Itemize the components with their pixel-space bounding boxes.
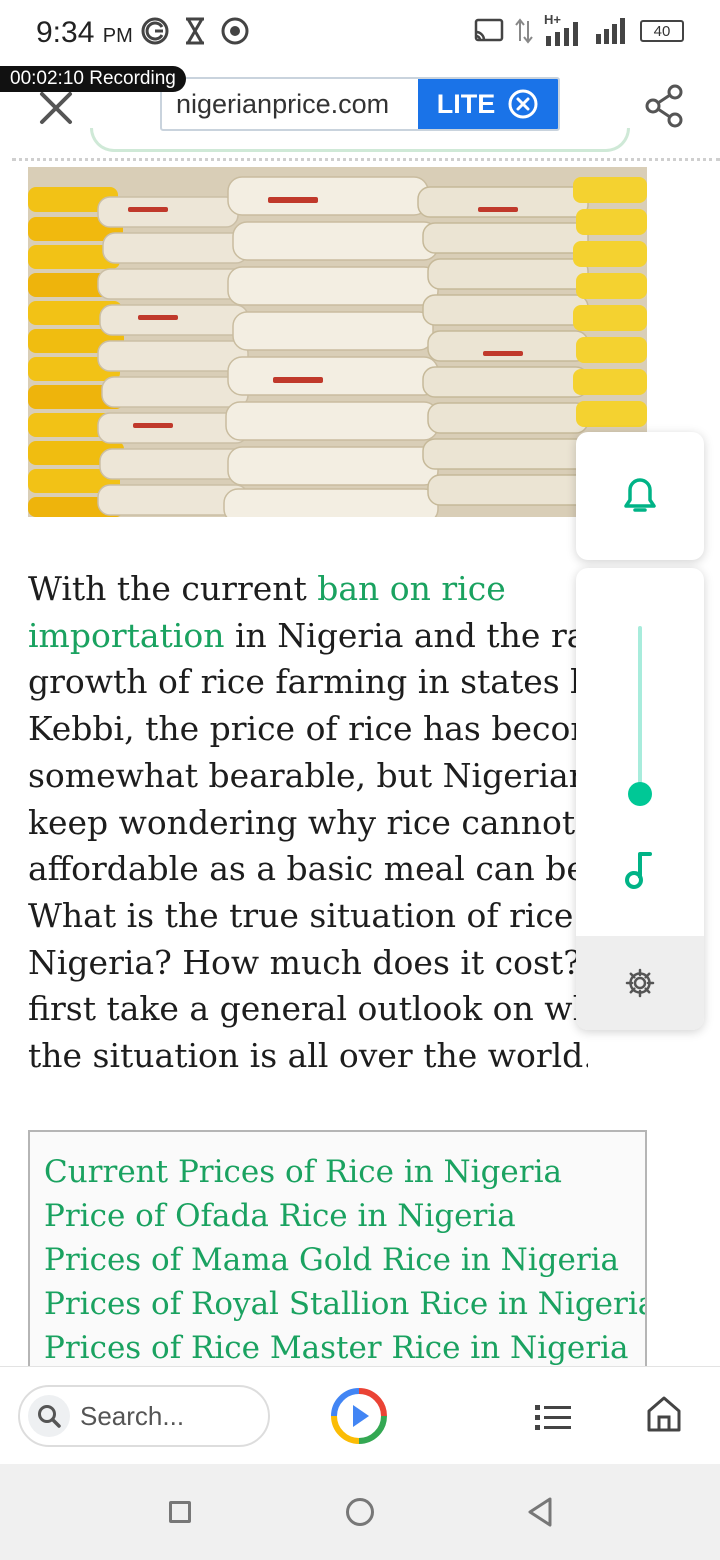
article-line: Nigeria? How much does it cost? L bbox=[28, 942, 588, 982]
toc-link[interactable]: Prices of Mama Gold Rice in Nigeria bbox=[44, 1238, 645, 1282]
status-time-ampm: PM bbox=[102, 25, 133, 47]
signal-h-plus-icon: H+ bbox=[544, 12, 584, 46]
recording-label: 00:02:10 Recording bbox=[10, 68, 176, 89]
list-icon[interactable] bbox=[533, 1399, 573, 1435]
lite-label: LITE bbox=[436, 88, 496, 119]
article-line: With the current ban on rice bbox=[28, 566, 588, 613]
music-note-icon[interactable] bbox=[624, 850, 656, 890]
url-text[interactable]: nigerianprice.com bbox=[162, 79, 418, 129]
lite-mode-button[interactable]: LITE bbox=[418, 79, 558, 129]
article-line: importation in Nigeria and the rap bbox=[28, 613, 588, 660]
article-line: What is the true situation of rice in bbox=[28, 895, 588, 935]
status-time: 9:34 PM bbox=[36, 16, 133, 50]
reader-audio-panel bbox=[576, 568, 704, 1030]
record-dot-icon bbox=[221, 17, 249, 45]
article-line: growth of rice farming in states lik bbox=[28, 662, 588, 702]
article-line: the situation is all over the world. bbox=[28, 1036, 588, 1076]
page-search-outline bbox=[90, 128, 630, 152]
status-system-icons: H+ 40 bbox=[474, 12, 684, 46]
share-icon[interactable] bbox=[644, 84, 684, 128]
signal-icon bbox=[596, 18, 625, 44]
rice-bags-illustration bbox=[28, 167, 647, 517]
battery-level: 40 bbox=[653, 22, 671, 40]
hourglass-icon bbox=[186, 17, 204, 45]
lite-close-icon[interactable] bbox=[507, 88, 539, 120]
g-notification-icon bbox=[141, 17, 169, 45]
status-time-value: 9:34 bbox=[36, 16, 95, 49]
article-line: affordable as a basic meal can be. bbox=[28, 849, 588, 889]
battery-icon: 40 bbox=[640, 20, 684, 42]
cast-icon bbox=[474, 18, 504, 42]
browser-bottom-bar: Search... bbox=[0, 1366, 720, 1464]
system-navigation-bar bbox=[0, 1464, 720, 1560]
settings-button[interactable] bbox=[576, 936, 704, 1030]
assistant-play-icon[interactable] bbox=[330, 1387, 388, 1445]
toc-link[interactable]: Prices of Rice Master Rice in Nigeria bbox=[44, 1326, 645, 1370]
article-line: first take a general outlook on wha bbox=[28, 989, 588, 1029]
data-arrows-icon bbox=[515, 18, 533, 44]
home-icon[interactable] bbox=[646, 1395, 682, 1433]
toc-link[interactable]: Prices of Royal Stallion Rice in Nigeria bbox=[44, 1282, 645, 1326]
toc-link[interactable]: Current Prices of Rice in Nigeria bbox=[44, 1150, 645, 1194]
ban-on-rice-link[interactable]: ban on rice bbox=[317, 569, 506, 608]
volume-slider-track[interactable] bbox=[638, 626, 642, 796]
article-paragraph: With the current ban on rice importation… bbox=[28, 566, 588, 1080]
article-text: With the current bbox=[28, 569, 318, 608]
url-bar[interactable]: nigerianprice.com LITE bbox=[160, 77, 560, 131]
article-line: somewhat bearable, but Nigerians bbox=[28, 755, 588, 795]
back-triangle-icon[interactable] bbox=[526, 1496, 554, 1528]
article-line: keep wondering why rice cannot b bbox=[28, 802, 588, 842]
volume-slider-knob[interactable] bbox=[628, 782, 652, 806]
search-icon bbox=[28, 1395, 70, 1437]
recording-indicator[interactable]: 00:02:10 Recording bbox=[0, 66, 186, 92]
rice-bags-image bbox=[28, 167, 647, 517]
bell-icon bbox=[624, 478, 656, 512]
article-text: in Nigeria and the rap bbox=[224, 615, 588, 655]
notification-bell-button[interactable] bbox=[576, 432, 704, 560]
recents-square-icon[interactable] bbox=[169, 1501, 191, 1523]
dotted-divider bbox=[12, 158, 720, 161]
search-input[interactable]: Search... bbox=[18, 1385, 270, 1447]
home-circle-icon[interactable] bbox=[346, 1498, 374, 1526]
white-bag-stack-right bbox=[417, 186, 589, 506]
table-of-contents: Current Prices of Rice in Nigeria Price … bbox=[28, 1130, 647, 1390]
status-bar: 9:34 PM H+ 40 bbox=[0, 0, 720, 66]
white-bag-stack-front bbox=[223, 176, 439, 517]
white-bag-stack-back bbox=[97, 196, 249, 516]
gear-icon bbox=[625, 968, 655, 998]
importation-link[interactable]: importation bbox=[28, 616, 225, 655]
toc-link[interactable]: Price of Ofada Rice in Nigeria bbox=[44, 1194, 645, 1238]
search-placeholder: Search... bbox=[80, 1400, 185, 1431]
status-notification-icons bbox=[140, 16, 250, 46]
article-line: Kebbi, the price of rice has become bbox=[28, 709, 588, 749]
close-icon[interactable] bbox=[36, 88, 76, 128]
